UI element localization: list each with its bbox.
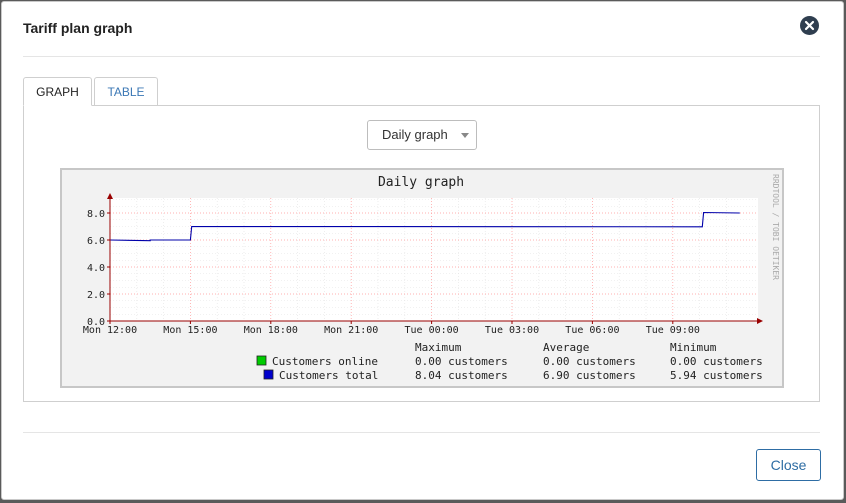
modal-title: Tariff plan graph [23,20,133,36]
daily-graph: Daily graph RRDTOOL / TOBI OETIKER 0.02.… [83,174,780,382]
legend-header-maximum: Maximum [415,341,462,354]
legend-swatch-total [263,369,274,380]
plot-area [110,198,758,321]
x-tick-labels: Mon 12:00 Mon 15:00 Mon 18:00 Mon 21:00 Tue … [83,321,700,336]
x-tick-label: Tue 03:00 [485,325,539,336]
tab-graph[interactable]: GRAPH [23,77,92,106]
x-tick-label: Tue 06:00 [565,325,619,336]
chevron-down-icon [461,133,469,138]
legend-label-online: Customers online [272,355,378,368]
x-tick-label: Mon 21:00 [324,325,378,336]
x-tick-label: Mon 15:00 [163,325,217,336]
x-tick-label: Mon 18:00 [244,325,298,336]
y-tick-label: 8.0 [87,209,105,220]
legend-swatch-online [256,355,267,366]
legend: Maximum Average Minimum Customers online… [256,341,763,382]
y-axis-arrow-icon [107,193,113,199]
x-axis-arrow-icon [757,318,763,324]
total-minimum: 5.94 customers [670,369,763,382]
x-tick-label: Tue 09:00 [646,325,700,336]
online-minimum: 0.00 customers [670,355,763,368]
y-tick-labels: 0.02.04.06.08.0 [87,209,110,328]
period-select-value: Daily graph [382,127,448,142]
online-average: 0.00 customers [543,355,636,368]
legend-header-minimum: Minimum [670,341,717,354]
x-tick-label: Tue 00:00 [405,325,459,336]
legend-label-total: Customers total [279,369,378,382]
online-maximum: 0.00 customers [415,355,508,368]
y-tick-label: 2.0 [87,290,105,301]
tab-table[interactable]: TABLE [94,77,158,106]
legend-header-average: Average [543,341,589,354]
close-icon[interactable] [800,16,819,35]
y-tick-label: 6.0 [87,236,105,247]
chart-title: Daily graph [378,175,464,190]
y-tick-label: 4.0 [87,263,105,274]
footer-divider [23,432,820,433]
total-maximum: 8.04 customers [415,369,508,382]
total-average: 6.90 customers [543,369,636,382]
header-divider [23,56,820,57]
close-button[interactable]: Close [756,449,821,481]
period-select[interactable]: Daily graph [367,120,477,150]
rrdtool-watermark: RRDTOOL / TOBI OETIKER [771,174,780,280]
x-tick-label: Mon 12:00 [83,325,137,336]
